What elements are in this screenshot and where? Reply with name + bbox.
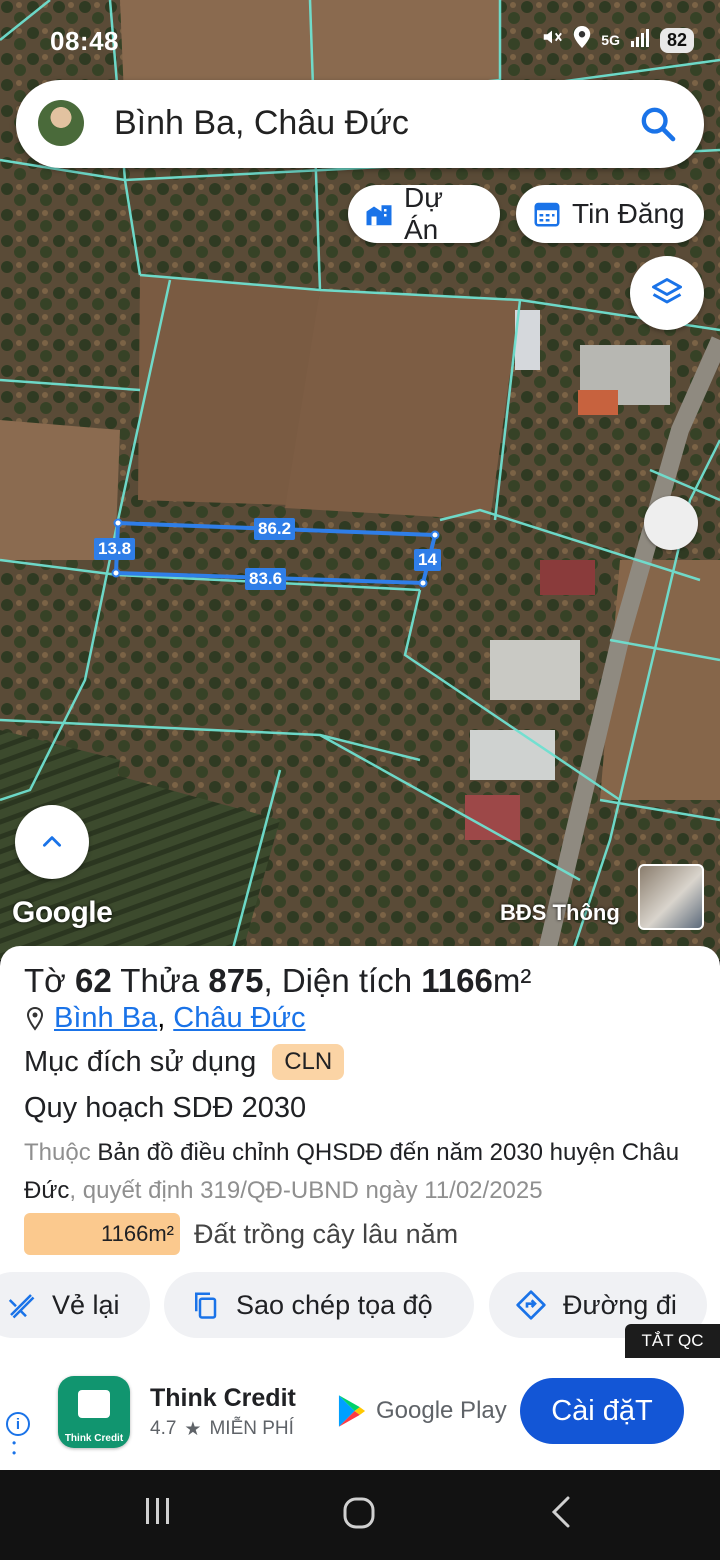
clock: 08:48 [50,26,119,56]
avatar[interactable] [38,100,84,146]
parcel-title: Tờ 62 Thửa 875, Diện tích 1166m² [24,962,531,1000]
area-label: , Diện tích [263,962,413,999]
calendar-icon [534,202,560,227]
redraw-icon [8,1294,35,1319]
land-type-label: Đất trồng cây lâu năm [194,1218,459,1249]
app-rating: 4.7 [150,1418,177,1439]
status-bar: 08:48 5G 82 [0,22,720,62]
ad-info-icon[interactable]: i [6,1412,30,1436]
purpose-label: Mục đích sử dụng [24,1045,257,1078]
store-label: Google Play [376,1397,507,1424]
search-icon[interactable] [638,104,678,144]
play-store-icon [338,1395,366,1427]
app-name[interactable]: Think Credit [150,1384,296,1413]
star-icon: ★ [184,1419,202,1440]
layers-button[interactable] [630,256,704,330]
map-drag-handle[interactable] [644,496,698,550]
purpose-row: Mục đích sử dụng CLN [24,1044,345,1080]
land-area-bar: 1166m² [24,1213,180,1255]
directions-icon [516,1290,546,1320]
wallet-icon [78,1390,110,1418]
battery-indicator: 82 [659,27,694,53]
directions-label: Đường đi [563,1289,677,1320]
chip-tin-dang-label: Tin Đăng [572,198,685,229]
chip-tin-dang[interactable]: Tin Đăng [516,185,704,243]
location-icon [573,26,591,54]
app-icon-label: Think Credit [64,1433,124,1444]
purpose-badge: CLN [272,1044,345,1080]
ad-menu-icon[interactable]: • • [12,1437,16,1459]
commune-link[interactable]: Bình Ba [54,1002,157,1035]
land-use-row: 1166m² Đất trồng cây lâu năm [24,1213,458,1255]
copy-coordinates-label: Sao chép tọa độ [236,1289,433,1320]
building-icon [366,205,392,226]
plan-description: Thuộc Bản đồ điều chỉnh QHSDĐ đến năm 20… [24,1134,704,1210]
app-meta: 4.7 ★ MIỄN PHÍ [150,1418,294,1441]
credit-thumbnail[interactable] [638,864,704,930]
measure-top-label: 86.2 [254,518,296,540]
chevron-up-icon [43,836,61,847]
expand-up-button[interactable] [15,805,89,879]
home-icon[interactable] [340,1494,378,1532]
measure-bottom-label: 83.6 [245,568,287,590]
redraw-label: Vẻ lại [52,1289,120,1320]
ad-banner[interactable]: i • • Think Credit Think Credit 4.7 ★ MIỄ… [0,1346,720,1470]
plan-prefix: Thuộc [24,1139,91,1166]
plan-title: Quy hoạch SDĐ 2030 [24,1092,307,1124]
copy-coordinates-button[interactable]: Sao chép tọa độ [164,1272,474,1338]
sheet-number: 62 [74,962,112,999]
sheet-label: Tờ [24,962,66,999]
map-view[interactable]: 86.2 83.6 13.8 14 08:48 5G 82 Bình Ba, C… [0,0,720,960]
chip-du-an-label: Dự Án [404,182,443,245]
install-button[interactable]: Cài đặT [520,1378,684,1444]
app-icon[interactable]: Think Credit [58,1376,130,1448]
location-row: Bình Ba, Châu Đức [24,1002,306,1035]
layers-icon [652,278,682,304]
mute-icon [541,26,563,54]
google-logo: Google [12,896,113,929]
measure-left-label: 13.8 [94,538,136,560]
signal-icon [630,27,650,53]
parcel-info-panel: Tờ 62 Thửa 875, Diện tích 1166m² Bình Ba… [0,946,720,1358]
google-play-badge[interactable]: Google Play [336,1394,507,1428]
copy-icon [195,1292,217,1319]
district-link[interactable]: Châu Đức [173,1002,305,1035]
chip-du-an[interactable]: Dự Án [348,182,500,245]
area-unit: m² [492,962,532,999]
app-price: MIỄN PHÍ [209,1418,294,1439]
5g-icon: 5G [601,32,620,48]
system-nav-bar [0,1470,720,1560]
search-bar[interactable]: Bình Ba, Châu Đức [16,80,704,168]
ad-close-button[interactable]: TẮT QC [625,1324,720,1358]
plan-decision: , quyết định 319/QĐ-UBND ngày 11/02/2025 [69,1177,543,1204]
location-pin-icon [26,1006,44,1031]
redraw-button[interactable]: Vẻ lại [0,1272,150,1338]
measure-right-label: 14 [414,549,441,571]
plot-number: 875 [208,962,264,999]
back-icon[interactable] [548,1494,576,1530]
search-input[interactable]: Bình Ba, Châu Đức [114,104,409,143]
map-credit: BĐS Thông [500,900,620,925]
recent-apps-icon[interactable] [142,1494,174,1528]
plot-label: Thửa [120,962,200,999]
area-value: 1166 [421,962,493,999]
